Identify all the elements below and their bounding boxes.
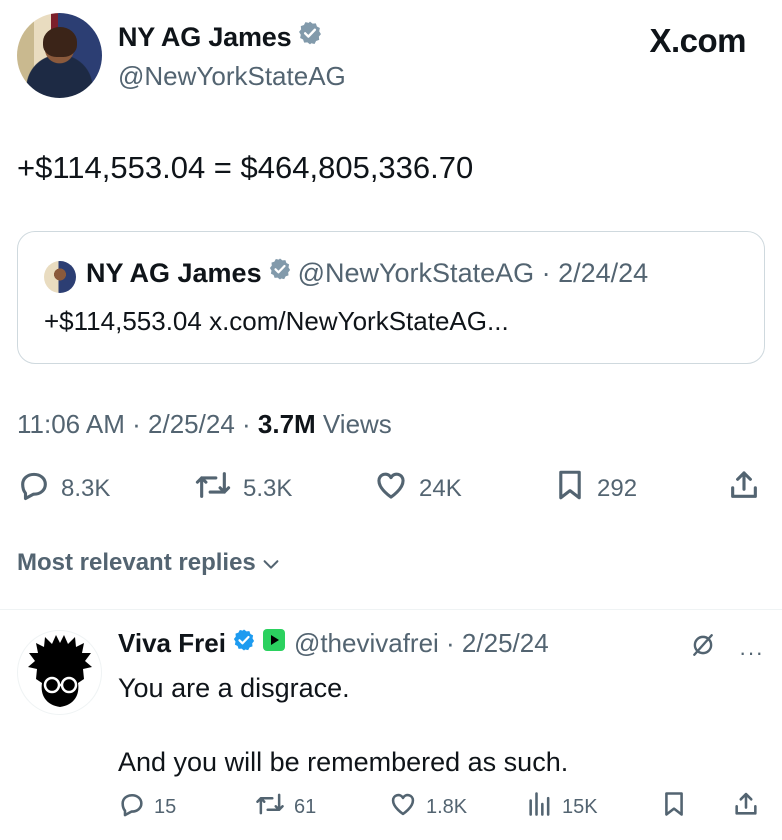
reply-bookmark-button[interactable] — [660, 790, 688, 824]
bookmark-count: 292 — [597, 474, 638, 502]
reply-text-line: And you will be remembered as such. — [118, 747, 569, 777]
views-count: 3.7M — [257, 409, 316, 439]
verified-badge-icon — [297, 20, 323, 53]
heart-icon — [388, 790, 418, 824]
quote-text: +$114,553.04 x.com/NewYorkStateAG... — [44, 306, 509, 336]
reply-button[interactable]: 8.3K — [17, 468, 110, 509]
reply-views-count: 15K — [562, 795, 598, 818]
quote-header: NY AG James @NewYorkStateAG · 2/24/24 — [86, 258, 648, 290]
replies-sort-dropdown[interactable]: Most relevant replies — [17, 549, 282, 577]
author-handle[interactable]: @NewYorkStateAG — [118, 61, 346, 92]
rumble-badge-icon — [262, 628, 286, 659]
reply-repost-button[interactable]: 61 — [254, 790, 316, 824]
share-icon — [727, 468, 761, 509]
like-count: 24K — [419, 474, 462, 502]
reply-share-button[interactable] — [732, 790, 760, 824]
reply-text-line: You are a disgrace. — [118, 673, 350, 703]
more-options-icon[interactable]: ··· — [739, 640, 764, 666]
reply-action-bar: 15 61 1.8K 15K — [118, 790, 764, 824]
author-avatar[interactable] — [17, 13, 102, 98]
reply-like-button[interactable]: 1.8K — [388, 790, 467, 824]
heart-icon — [373, 468, 409, 509]
reply-repost-count: 61 — [294, 795, 317, 818]
author-name[interactable]: NY AG James — [118, 22, 323, 55]
quoted-tweet-card[interactable]: NY AG James @NewYorkStateAG · 2/24/24 +$1… — [17, 231, 765, 364]
reply-icon — [118, 790, 146, 824]
verified-badge-icon — [268, 257, 292, 288]
reply-author-avatar[interactable] — [17, 630, 102, 715]
reply-reply-count: 15 — [154, 795, 177, 818]
tweet-text: +$114,553.04 = $464,805,336.70 — [17, 150, 474, 185]
chevron-down-icon — [263, 559, 279, 569]
bookmark-icon — [553, 468, 587, 509]
reply-views-button[interactable]: 15K — [526, 790, 598, 824]
reply-count: 8.3K — [61, 474, 111, 502]
bookmark-icon — [660, 790, 688, 824]
reply-text: You are a disgrace. And you will be reme… — [118, 670, 568, 781]
sort-label: Most relevant replies — [17, 549, 256, 576]
section-divider — [0, 609, 782, 610]
analytics-icon — [526, 790, 554, 824]
quote-author-name: NY AG James — [86, 258, 262, 288]
repost-icon — [193, 468, 233, 509]
tweet-timestamp: 11:06 AM · 2/25/24 · 3.7M Views — [17, 409, 392, 440]
repost-icon — [254, 790, 286, 824]
reply-reply-button[interactable]: 15 — [118, 790, 176, 824]
verified-badge-icon — [232, 628, 256, 659]
repost-button[interactable]: 5.3K — [193, 468, 292, 509]
bookmark-button[interactable]: 292 — [553, 468, 637, 509]
grok-icon[interactable] — [690, 632, 716, 663]
x-com-brand: X.com — [649, 22, 746, 59]
tweet-action-bar: 8.3K 5.3K 24K 292 — [17, 468, 765, 512]
reply-meta[interactable]: @thevivafrei · 2/25/24 — [294, 628, 549, 659]
timestamp-text: 11:06 AM · 2/25/24 · — [17, 409, 258, 439]
reply-header: Viva Frei @thevivafrei · 2/25/24 — [118, 628, 549, 659]
reply-icon — [17, 468, 51, 509]
quote-author-avatar — [44, 261, 76, 293]
share-button[interactable] — [727, 468, 761, 509]
reply-like-count: 1.8K — [426, 795, 468, 818]
like-button[interactable]: 24K — [373, 468, 462, 509]
author-name-text[interactable]: NY AG James — [118, 22, 292, 52]
views-label: Views — [315, 409, 392, 439]
quote-meta: @NewYorkStateAG · 2/24/24 — [297, 258, 649, 288]
share-icon — [732, 790, 760, 824]
reply-author-name[interactable]: Viva Frei — [118, 628, 226, 659]
repost-count: 5.3K — [243, 474, 293, 502]
